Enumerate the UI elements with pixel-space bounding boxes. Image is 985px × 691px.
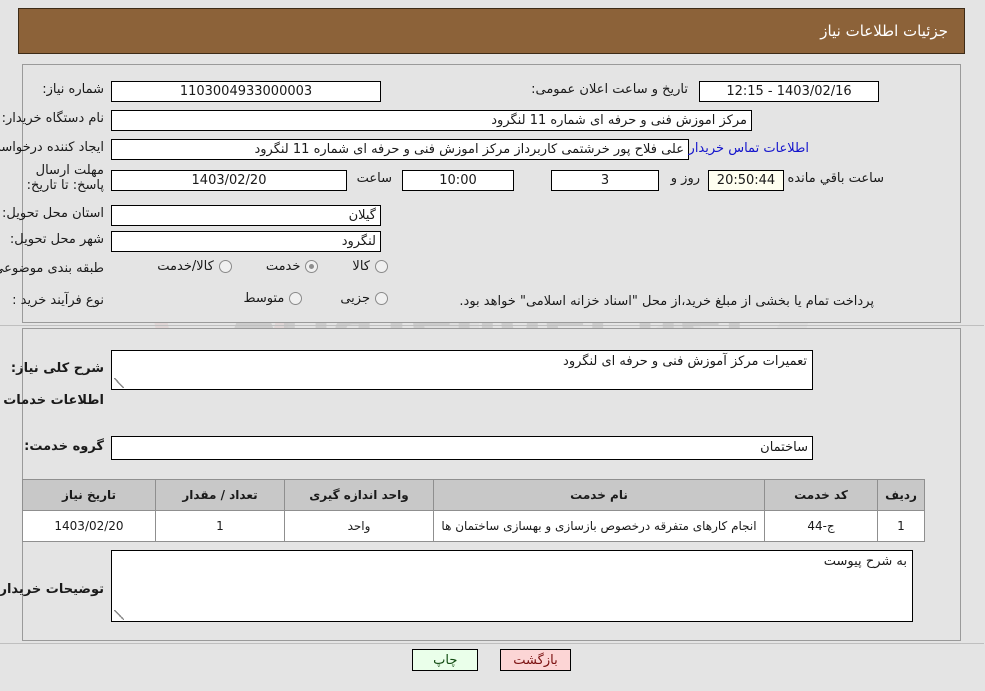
comments-label: توضیحات خریدار: xyxy=(0,582,105,597)
table-header-row: ردیف کد خدمت نام خدمت واحد اندازه گیری ت… xyxy=(23,479,926,511)
category-radio-kala[interactable]: کالا xyxy=(353,259,389,274)
deadline-date-value: 1403/02/20 xyxy=(112,170,348,191)
table-row: 1 ج-44 انجام کارهای متفرقه درخصوص بازساز… xyxy=(23,510,926,542)
deadline-label: مهلت ارسال پاسخ: تا تاریخ: xyxy=(27,163,105,193)
radio-icon[interactable] xyxy=(376,260,389,273)
th-index: ردیف xyxy=(878,479,926,511)
page-header: جزئیات اطلاعات نیاز xyxy=(19,8,966,54)
cell-code: ج-44 xyxy=(765,510,879,542)
cell-index: 1 xyxy=(878,510,926,542)
requester-label-row: ایجاد کننده درخواست: xyxy=(0,140,105,155)
th-name: نام خدمت xyxy=(434,479,766,511)
city-label: شهر محل تحویل: xyxy=(10,232,105,247)
process-note: پرداخت تمام یا بخشی از مبلغ خرید،از محل … xyxy=(460,294,875,309)
deadline-hour-value: 10:00 xyxy=(403,170,515,191)
announce-datetime-value: 1403/02/16 - 12:15 xyxy=(700,81,880,102)
services-heading: اطلاعات خدمات مورد نیاز xyxy=(0,393,105,408)
cell-name: انجام کارهای متفرقه درخصوص بازسازی و بهس… xyxy=(434,510,766,542)
back-button[interactable]: بازگشت xyxy=(501,649,572,671)
province-label-row: استان محل تحویل: xyxy=(3,206,105,221)
service-group-value: ساختمان xyxy=(112,436,814,460)
remaining-timer-value: 20:50:44 xyxy=(709,170,785,191)
process-label-row: نوع فرآیند خرید : xyxy=(13,293,105,308)
radio-icon[interactable] xyxy=(219,260,233,273)
process-type-label: نوع فرآیند خرید : xyxy=(13,293,105,308)
need-number-value: 1103004933000003 xyxy=(112,81,382,102)
comments-label-row: توضیحات خریدار: xyxy=(0,582,105,597)
comments-value: به شرح پیوست xyxy=(824,554,908,569)
summary-value: تعمیرات مرکز آموزش فنی و حرفه ای لنگرود xyxy=(564,354,808,369)
resize-grip-icon[interactable] xyxy=(115,610,125,620)
process-radio-jozii[interactable]: جزیی xyxy=(341,291,389,306)
province-label: استان محل تحویل: xyxy=(3,206,105,221)
category-radio-label: خدمت xyxy=(266,259,302,274)
resize-grip-icon[interactable] xyxy=(115,378,125,388)
deadline-hour-label-row: ساعت xyxy=(358,171,393,186)
city-label-row: شهر محل تحویل: xyxy=(11,232,105,247)
announce-datetime-label: تاریخ و ساعت اعلان عمومی: xyxy=(532,82,689,97)
deadline-label-row: مهلت ارسال پاسخ: تا تاریخ: xyxy=(13,163,105,193)
remaining-days-label: روز و xyxy=(671,171,701,186)
category-radio-group: کالا خدمت کالا/خدمت xyxy=(158,259,389,274)
th-code: کد خدمت xyxy=(765,479,879,511)
need-info-panel xyxy=(23,64,962,323)
summary-label: شرح کلی نیاز: xyxy=(11,361,105,376)
th-date: تاریخ نیاز xyxy=(23,479,157,511)
comments-textarea[interactable]: به شرح پیوست xyxy=(112,550,914,622)
print-button[interactable]: چاپ xyxy=(413,649,480,671)
category-radio-label: کالا/خدمت xyxy=(158,259,215,274)
process-radio-label: جزیی xyxy=(341,291,371,306)
announce-datetime-label-row: تاریخ و ساعت اعلان عمومی: xyxy=(532,82,689,97)
city-value: لنگرود xyxy=(112,231,382,252)
process-radio-motevaset[interactable]: متوسط xyxy=(244,291,304,306)
remaining-timer-label: ساعت باقي مانده xyxy=(788,171,885,186)
remaining-days-value: 3 xyxy=(552,170,660,191)
deadline-hour-label: ساعت xyxy=(357,171,393,186)
cell-unit: واحد xyxy=(285,510,435,542)
requester-label: ایجاد کننده درخواست: xyxy=(0,140,105,155)
province-value: گیلان xyxy=(112,205,382,226)
process-radio-label: متوسط xyxy=(244,291,286,306)
radio-icon[interactable] xyxy=(376,292,389,305)
cell-quantity: 1 xyxy=(156,510,286,542)
footer-actions: بازگشت چاپ xyxy=(0,645,985,691)
process-radio-group: جزیی متوسط xyxy=(244,291,389,306)
category-radio-kala-khedmat[interactable]: کالا/خدمت xyxy=(158,259,233,274)
buyer-org-value: مرکز اموزش فنی و حرفه ای شماره 11 لنگرود xyxy=(112,110,753,131)
category-radio-khedmat[interactable]: خدمت xyxy=(267,259,320,274)
category-label-row: طبقه بندی موضوعی: xyxy=(0,261,105,276)
divider xyxy=(0,325,985,326)
requester-value: علی فلاح پور خرشتمی کاربرداز مرکز اموزش … xyxy=(112,139,690,160)
service-group-label: گروه خدمت: xyxy=(25,439,105,454)
remaining-days-label-row: روز و xyxy=(672,171,701,186)
buyer-contact-link[interactable]: اطلاعات تماس خریدار xyxy=(690,141,810,156)
th-quantity: تعداد / مقدار xyxy=(156,479,286,511)
buyer-org-label: نام دستگاه خریدار: xyxy=(2,111,105,126)
page-title: جزئیات اطلاعات نیاز xyxy=(821,22,949,40)
th-unit: واحد اندازه گیری xyxy=(285,479,435,511)
services-heading-row: اطلاعات خدمات مورد نیاز xyxy=(0,393,105,408)
process-note-row: پرداخت تمام یا بخشی از مبلغ خرید،از محل … xyxy=(460,294,875,309)
need-number-label: شماره نیاز: xyxy=(43,82,105,97)
buyer-org-label-row: نام دستگاه خریدار: xyxy=(3,111,105,126)
summary-textarea[interactable]: تعمیرات مرکز آموزش فنی و حرفه ای لنگرود xyxy=(112,350,814,390)
service-group-label-row: گروه خدمت: xyxy=(25,439,105,454)
summary-label-row: شرح کلی نیاز: xyxy=(12,361,105,376)
category-radio-label: کالا xyxy=(353,259,371,274)
services-table: ردیف کد خدمت نام خدمت واحد اندازه گیری ت… xyxy=(23,479,926,542)
radio-icon[interactable] xyxy=(290,292,304,305)
radio-selected-icon[interactable] xyxy=(306,260,320,273)
need-number-label-row: شماره نیاز: xyxy=(43,82,105,97)
remaining-timer-label-row: ساعت باقي مانده xyxy=(789,171,885,186)
cell-date: 1403/02/20 xyxy=(23,510,157,542)
category-label: طبقه بندی موضوعی: xyxy=(0,261,105,276)
divider xyxy=(0,643,985,644)
